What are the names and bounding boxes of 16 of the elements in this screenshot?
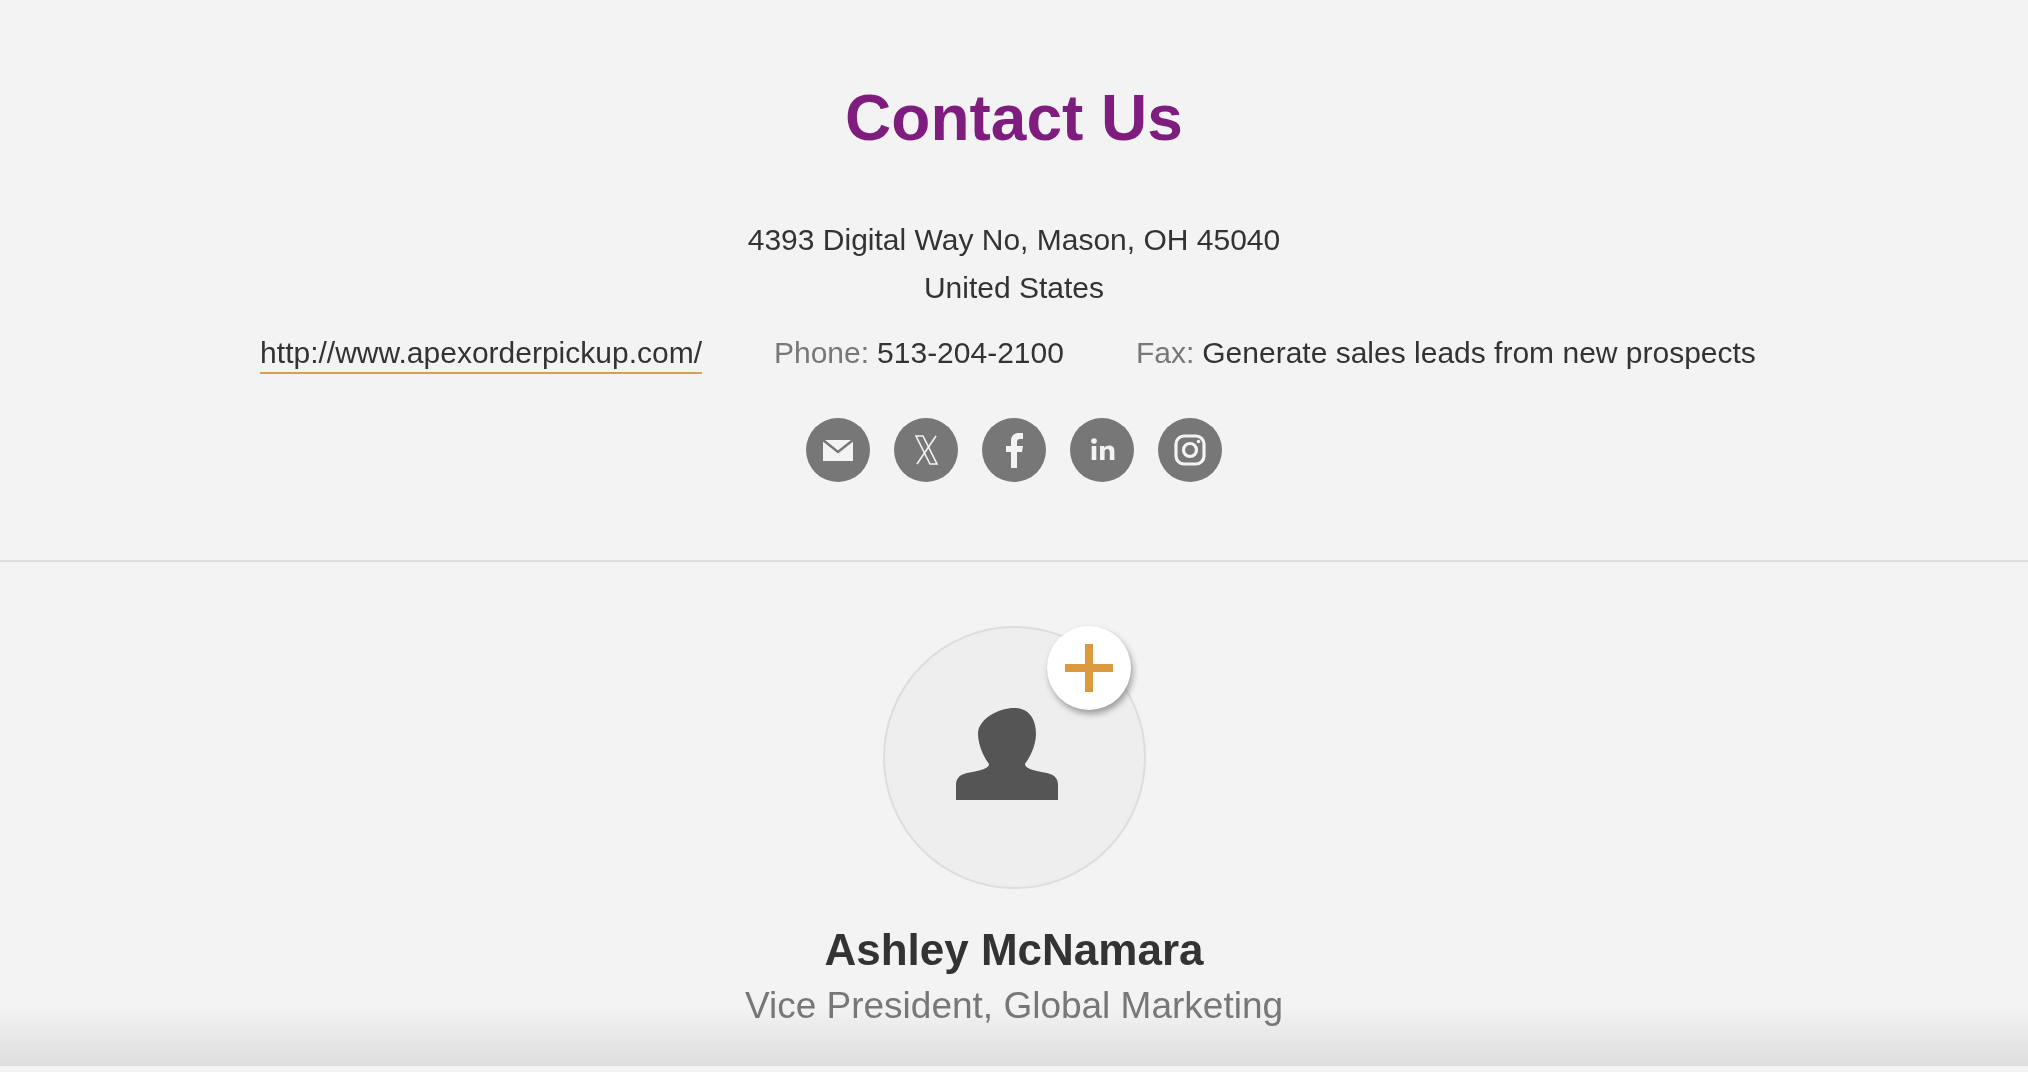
address-line: 4393 Digital Way No, Mason, OH 45040 xyxy=(747,222,1281,258)
website-link[interactable]: http://www.apexorderpickup.com/ xyxy=(260,334,702,374)
address-line: United States xyxy=(923,270,1105,306)
linkedin-icon[interactable] xyxy=(1070,418,1134,482)
facebook-icon[interactable] xyxy=(982,418,1046,482)
page-title: Contact Us xyxy=(845,81,1183,156)
phone-label: Phone: xyxy=(774,336,870,370)
instagram-icon[interactable] xyxy=(1158,418,1222,482)
fax-label: Fax: xyxy=(1135,336,1195,370)
person-name: Ashley McNamara xyxy=(824,924,1204,976)
plus-icon xyxy=(1064,644,1113,692)
fax-value: Generate sales leads from new prospects xyxy=(1202,336,1756,370)
email-icon[interactable] xyxy=(806,418,870,482)
job-title: Vice President, Global Marketing xyxy=(744,984,1284,1028)
phone-number: 513-204-2100 xyxy=(877,336,1064,370)
x-logo-icon[interactable] xyxy=(894,418,958,482)
